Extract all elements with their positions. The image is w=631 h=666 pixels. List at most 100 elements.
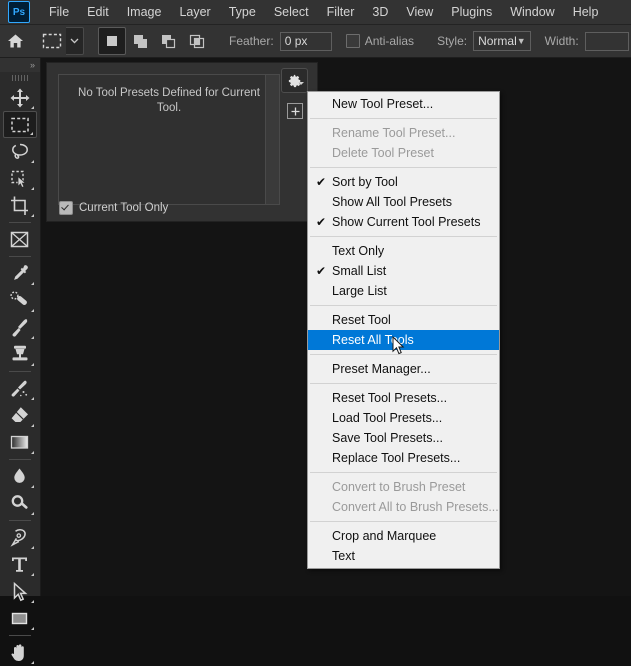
tool-flyout-indicator (31, 661, 34, 664)
pen-icon (9, 527, 31, 549)
menu-item-label: Convert to Brush Preset (332, 480, 465, 494)
lasso-tool[interactable] (3, 138, 37, 165)
menu-separator (310, 305, 497, 306)
toolbar-separator (9, 222, 31, 223)
menu-item-show-all-tool-presets[interactable]: Show All Tool Presets (308, 192, 499, 212)
feather-input[interactable] (280, 32, 332, 51)
tool-flyout-indicator (31, 160, 34, 163)
path-selection-tool[interactable] (3, 578, 37, 605)
rectangle-tool[interactable] (3, 605, 37, 632)
menu-image[interactable]: Image (118, 2, 171, 22)
object-selection-tool[interactable] (3, 165, 37, 192)
history-brush-tool[interactable] (3, 375, 37, 402)
spot-healing-brush-tool[interactable] (3, 287, 37, 314)
panel-menu-button[interactable] (281, 68, 308, 93)
clone-stamp-tool[interactable] (3, 341, 37, 368)
type-tool[interactable] (3, 551, 37, 578)
width-input[interactable] (585, 32, 629, 51)
menu-item-show-current-tool-presets[interactable]: ✔Show Current Tool Presets (308, 212, 499, 232)
menu-item-label: Reset All Tools (332, 333, 414, 347)
menu-window[interactable]: Window (501, 2, 563, 22)
eyedropper-tool[interactable] (3, 260, 37, 287)
current-tool-only-checkbox[interactable] (59, 201, 73, 215)
frame-tool[interactable] (3, 226, 37, 253)
crop-tool[interactable] (3, 192, 37, 219)
tool-flyout-indicator (31, 363, 34, 366)
menu-edit[interactable]: Edit (78, 2, 118, 22)
menu-item-save-tool-presets[interactable]: Save Tool Presets... (308, 428, 499, 448)
menu-item-text-only[interactable]: Text Only (308, 241, 499, 261)
menu-item-small-list[interactable]: ✔Small List (308, 261, 499, 281)
menu-separator (310, 354, 497, 355)
tool-presets-list[interactable]: No Tool Presets Defined for Current Tool… (58, 74, 280, 205)
current-tool-only-row[interactable]: Current Tool Only (59, 201, 168, 215)
menu-3d[interactable]: 3D (363, 2, 397, 22)
photoshop-logo-icon: Ps (8, 1, 30, 23)
add-to-selection-button[interactable] (128, 28, 154, 54)
menu-item-reset-tool[interactable]: Reset Tool (308, 310, 499, 330)
checkmark-icon: ✔ (316, 264, 326, 278)
menu-item-crop-and-marquee[interactable]: Crop and Marquee (308, 526, 499, 546)
home-icon (7, 33, 24, 49)
antialias-checkbox-group[interactable]: Anti-alias (346, 34, 414, 48)
gradient-icon (9, 432, 31, 454)
tool-flyout-indicator (30, 132, 33, 135)
menu-item-label: Crop and Marquee (332, 529, 436, 543)
path-selection-arrow-icon (9, 581, 31, 603)
subtract-from-selection-button[interactable] (156, 28, 182, 54)
brush-tool[interactable] (3, 314, 37, 341)
blur-tool[interactable] (3, 463, 37, 490)
menu-view[interactable]: View (397, 2, 442, 22)
menu-item-reset-tool-presets[interactable]: Reset Tool Presets... (308, 388, 499, 408)
selection-mode-group (98, 27, 210, 55)
rectangle-shape-icon (9, 608, 31, 630)
menu-filter[interactable]: Filter (318, 2, 364, 22)
toolbar-collapse-button[interactable]: » (0, 58, 40, 72)
intersect-with-selection-button[interactable] (184, 28, 210, 54)
history-brush-icon (9, 378, 31, 400)
tool-preset-chevron[interactable] (66, 27, 84, 55)
menu-item-load-tool-presets[interactable]: Load Tool Presets... (308, 408, 499, 428)
menu-select[interactable]: Select (265, 2, 318, 22)
menu-file[interactable]: File (40, 2, 78, 22)
menu-item-sort-by-tool[interactable]: ✔Sort by Tool (308, 172, 499, 192)
menu-item-label: Show All Tool Presets (332, 195, 452, 209)
pen-tool[interactable] (3, 524, 37, 551)
gradient-tool[interactable] (3, 429, 37, 456)
menu-item-convert-to-brush-preset: Convert to Brush Preset (308, 477, 499, 497)
brush-icon (9, 317, 31, 339)
eraser-tool[interactable] (3, 402, 37, 429)
style-select[interactable]: Normal ▼ (473, 31, 531, 51)
hand-tool[interactable] (3, 639, 37, 666)
menu-item-label: Sort by Tool (332, 175, 398, 189)
antialias-label: Anti-alias (365, 34, 414, 48)
rectangular-marquee-tool[interactable] (3, 111, 37, 138)
menu-item-convert-all-to-brush-presets: Convert All to Brush Presets... (308, 497, 499, 517)
menu-help[interactable]: Help (564, 2, 608, 22)
menu-item-reset-all-tools[interactable]: Reset All Tools (308, 330, 499, 350)
move-tool[interactable] (3, 84, 37, 111)
menu-item-text[interactable]: Text (308, 546, 499, 566)
new-selection-button[interactable] (98, 27, 126, 55)
current-tool-thumbnail[interactable] (38, 28, 66, 54)
menu-separator (310, 383, 497, 384)
antialias-checkbox[interactable] (346, 34, 360, 48)
tool-flyout-indicator (31, 512, 34, 515)
home-button[interactable] (7, 27, 24, 55)
style-label: Style: (437, 34, 467, 48)
toolbar-drag-handle[interactable] (0, 72, 40, 84)
tool-presets-scrollbar[interactable] (265, 75, 279, 204)
menu-item-new-tool-preset[interactable]: New Tool Preset... (308, 94, 499, 114)
tool-flyout-indicator (31, 485, 34, 488)
menu-item-large-list[interactable]: Large List (308, 281, 499, 301)
new-tool-preset-button[interactable] (287, 103, 303, 119)
menu-item-preset-manager[interactable]: Preset Manager... (308, 359, 499, 379)
dodge-tool[interactable] (3, 490, 37, 517)
gear-icon (288, 74, 302, 88)
menu-plugins[interactable]: Plugins (442, 2, 501, 22)
menu-item-replace-tool-presets[interactable]: Replace Tool Presets... (308, 448, 499, 468)
menu-item-label: Text Only (332, 244, 384, 258)
menu-type[interactable]: Type (220, 2, 265, 22)
menu-layer[interactable]: Layer (170, 2, 219, 22)
tool-preset-picker[interactable] (38, 27, 84, 55)
